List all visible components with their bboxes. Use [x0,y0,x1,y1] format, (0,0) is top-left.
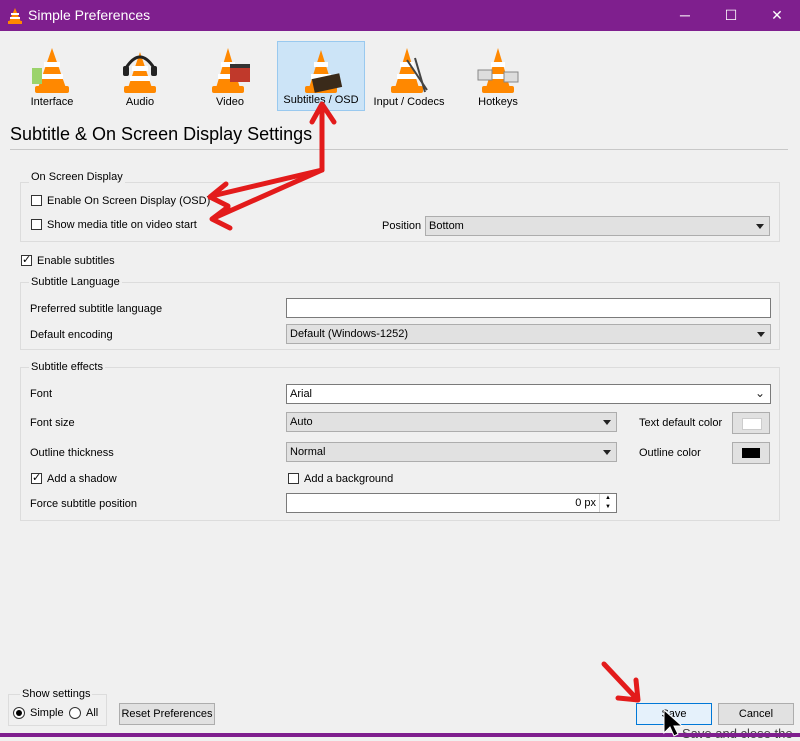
simple-label: Simple [30,707,64,719]
enable-osd-checkbox[interactable] [31,195,42,206]
category-label: Interface [30,96,74,108]
outline-color-label: Outline color [639,447,701,459]
font-label: Font [30,388,53,400]
default-encoding-label: Default encoding [30,329,113,341]
color-swatch [742,448,760,458]
add-shadow-checkbox[interactable] [31,471,42,484]
spin-buttons[interactable]: ▲ ▼ [599,494,616,512]
group-title: On Screen Display [29,171,125,183]
category-input-codecs[interactable]: Input / Codecs [371,40,447,112]
preferred-language-input[interactable] [286,298,771,318]
dropdown-arrow-icon [603,450,611,455]
text-color-label: Text default color [639,417,723,429]
category-audio[interactable]: Audio [102,40,178,112]
preferred-language-label: Preferred subtitle language [30,303,163,315]
category-label: Audio [125,96,155,108]
group-title: Subtitle effects [29,361,105,373]
page-title: Subtitle & On Screen Display Settings [10,124,313,144]
interface-cone-icon [32,48,69,93]
enable-subtitles-checkbox[interactable] [21,253,32,266]
save-button[interactable]: Save [636,703,712,725]
encoding-value: Default (Windows-1252) [290,328,408,340]
spin-up-icon[interactable]: ▲ [600,494,616,503]
all-radio[interactable] [69,707,81,719]
simple-radio[interactable] [13,707,25,719]
input-codecs-cone-icon [391,48,428,93]
video-clapper-cone-icon [212,48,250,93]
audio-headphones-cone-icon [123,52,157,93]
position-value: Bottom [429,220,464,232]
dropdown-arrow-icon [757,332,765,337]
enable-subtitles-label: Enable subtitles [37,255,115,267]
outline-thickness-select[interactable]: Normal [286,442,617,462]
window-border [0,733,800,737]
outline-thickness-label: Outline thickness [30,447,114,459]
show-title-checkbox[interactable] [31,219,42,230]
minimize-icon[interactable]: ─ [662,0,708,31]
text-color-button[interactable] [732,412,770,434]
annotation-arrow [309,101,337,173]
dropdown-arrow-icon [756,224,764,229]
hotkeys-cone-icon [477,48,519,93]
font-size-select[interactable]: Auto [286,412,617,432]
cancel-button[interactable]: Cancel [718,703,794,725]
category-label: Hotkeys [478,96,518,108]
add-background-checkbox[interactable] [288,473,299,484]
reset-preferences-button[interactable]: Reset Preferences [119,703,215,725]
group-title: Subtitle Language [29,276,122,288]
position-label: Position [382,220,422,232]
category-interface[interactable]: Interface [14,40,90,112]
force-position-spinbox[interactable]: 0 px ▲ ▼ [286,493,617,513]
annotation-arrow [601,661,641,703]
enable-osd-label: Enable On Screen Display (OSD) [47,195,211,207]
category-hotkeys[interactable]: Hotkeys [460,40,536,112]
spin-down-icon[interactable]: ▼ [600,503,616,512]
color-swatch [742,418,762,430]
category-label: Input / Codecs [373,96,445,108]
font-select[interactable]: Arial ⌄ [286,384,771,404]
chevron-down-icon: ⌄ [754,386,765,400]
category-label: Video [216,96,244,108]
vlc-cone-icon [8,8,22,24]
dropdown-arrow-icon [603,420,611,425]
close-icon[interactable]: ✕ [754,0,800,31]
force-position-value: 0 px [575,497,596,509]
position-select[interactable]: Bottom [425,216,770,236]
title-bar: Simple Preferences ─ ☐ ✕ [0,0,800,31]
outline-color-button[interactable] [732,442,770,464]
show-title-label: Show media title on video start [47,219,197,231]
encoding-select[interactable]: Default (Windows-1252) [286,324,771,344]
group-title: Show settings [20,688,93,700]
subtitles-cone-icon [305,50,343,93]
outline-thickness-value: Normal [290,446,326,458]
font-size-label: Font size [30,417,75,429]
category-video[interactable]: Video [192,40,268,112]
category-label: Subtitles / OSD [283,94,359,106]
font-value: Arial [290,388,313,400]
maximize-icon[interactable]: ☐ [708,0,754,31]
window-title: Simple Preferences [28,7,151,23]
force-position-label: Force subtitle position [30,498,137,510]
divider [10,149,788,150]
add-shadow-label: Add a shadow [47,473,117,485]
category-subtitles-osd[interactable]: Subtitles / OSD [277,41,365,111]
add-background-label: Add a background [304,473,394,485]
all-label: All [86,707,99,719]
font-size-value: Auto [290,416,313,428]
